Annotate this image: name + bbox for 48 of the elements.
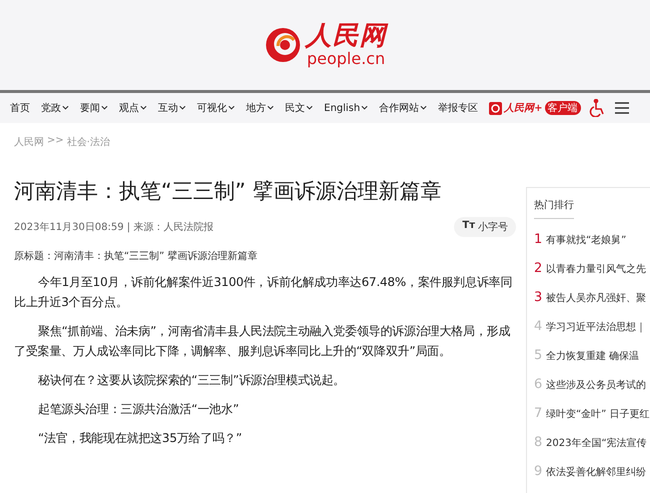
nav-item[interactable]: 要闻 bbox=[80, 101, 108, 115]
ranking-link[interactable]: 被告人吴亦凡强奸、聚 bbox=[546, 290, 646, 304]
panel-title: 热门排行 bbox=[534, 198, 574, 219]
ranking-link[interactable]: 全力恢复重建 确保温 bbox=[546, 348, 640, 362]
original-title: 原标题：河南清丰：执笔“三三制” 擘画诉源治理新篇章 bbox=[14, 250, 259, 263]
app-icon[interactable] bbox=[489, 102, 502, 114]
article-paragraph: 今年1月至10月，诉前化解案件近3100件，诉前化解成功率达67.48%，案件服判息诉率同比上升近3个百分点。 bbox=[14, 274, 514, 311]
nav-item[interactable]: 地方 bbox=[246, 101, 274, 115]
logo-icon bbox=[264, 26, 302, 64]
menu-icon[interactable] bbox=[614, 102, 628, 114]
nav-item[interactable]: English bbox=[324, 102, 368, 114]
rank-number: 2 bbox=[534, 261, 543, 276]
rank-number: 8 bbox=[534, 435, 543, 450]
nav-item[interactable]: 观点 bbox=[119, 101, 147, 115]
ranking-link[interactable]: 以青春力量引风气之先 bbox=[546, 262, 646, 276]
nav-item[interactable]: 民文 bbox=[285, 101, 313, 115]
article-title: 河南清丰：执笔“三三制” 擘画诉源治理新篇章 bbox=[14, 178, 442, 205]
app-name[interactable]: 人民网+ bbox=[504, 101, 542, 115]
rank-number: 7 bbox=[534, 406, 543, 421]
ranking-link[interactable]: 2023年全国“宪法宣传 bbox=[546, 436, 647, 450]
logo-text: 人民网 bbox=[306, 22, 386, 50]
nav-item[interactable]: 合作网站 bbox=[379, 101, 428, 115]
ranking-link[interactable]: 依法妥善化解邻里纠纷 bbox=[546, 464, 646, 478]
nav-item[interactable]: 党政 bbox=[41, 101, 69, 115]
nav-item[interactable]: 可视化 bbox=[197, 101, 235, 115]
nav-item[interactable]: 首页 bbox=[10, 101, 30, 115]
article-paragraph: 聚焦“抓前端、治未病”，河南省清丰县人民法院主动融入党委领导的诉源治理大格局，形成了受案量、万人成讼率同比下降，调解率、服判息诉率同比上升的“双降双升”局面。 bbox=[14, 323, 512, 360]
article-paragraph: “法官，我能现在就把这35万给了吗？” bbox=[37, 430, 243, 447]
article-paragraph: 起笔源头治理：三源共治激活“一池水” bbox=[37, 401, 240, 418]
rank-number: 3 bbox=[534, 290, 543, 305]
article-paragraph: 秘诀何在？这要从该院探索的“三三制”诉源治理模式说起。 bbox=[37, 372, 346, 389]
app-badge[interactable]: 客户端 bbox=[544, 101, 580, 115]
rank-number: 5 bbox=[534, 348, 543, 363]
logo-domain: people.cn bbox=[306, 50, 386, 68]
ranking-link[interactable]: 有事就找“老娘舅” bbox=[546, 232, 626, 246]
ranking-link[interactable]: 学习习近平法治思想｜ bbox=[546, 320, 646, 334]
nav-item[interactable]: 互动 bbox=[158, 101, 186, 115]
rank-number: 9 bbox=[534, 464, 543, 479]
accessibility-icon[interactable] bbox=[588, 99, 604, 117]
rank-number: 6 bbox=[534, 377, 543, 392]
nav-item[interactable]: 举报专区 bbox=[438, 101, 478, 115]
font-size-button[interactable]: Tт 小字号 bbox=[454, 217, 516, 237]
ranking-link[interactable]: 这些涉及公务员考试的 bbox=[546, 378, 646, 392]
ranking-link[interactable]: 绿叶变“金叶” 日子更红 bbox=[546, 406, 650, 420]
rank-number: 4 bbox=[534, 319, 543, 334]
breadcrumb-item: >> bbox=[47, 135, 64, 148]
article-meta: 2023年11月30日08:59 | 来源：人民法院报 bbox=[14, 220, 214, 234]
rank-number: 1 bbox=[534, 232, 543, 247]
